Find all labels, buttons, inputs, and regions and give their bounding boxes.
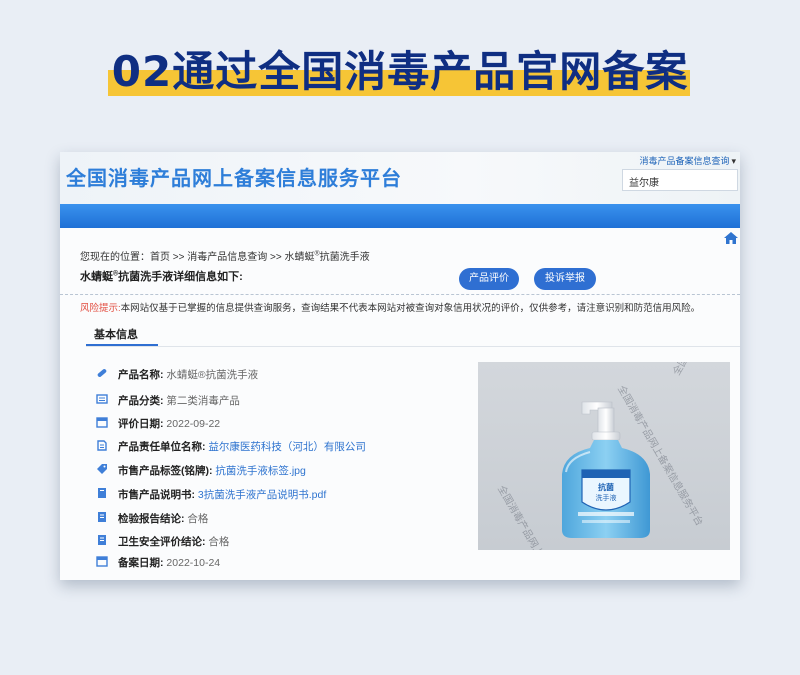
website-screenshot: 全国消毒产品网上备案信息服务平台 消毒产品备案信息查询 ▾ 益尔康 您现在的位置：… (60, 152, 740, 580)
site-header: 全国消毒产品网上备案信息服务平台 消毒产品备案信息查询 ▾ 益尔康 (60, 152, 740, 204)
risk-label: 风险提示: (80, 303, 121, 314)
detail-name-b: 抗菌洗手液详细信息如下: (118, 271, 243, 283)
banner: 02通过全国消毒产品官网备案 (0, 0, 800, 130)
breadcrumb-product-b: 抗菌洗手液 (319, 252, 370, 263)
tag-icon (97, 464, 107, 474)
info-key: 市售产品标签(铭牌): (118, 465, 213, 477)
bottle-label-line1: 抗菌 (598, 482, 614, 492)
info-value: 合格 (187, 513, 209, 525)
label-file-link[interactable]: 抗菌洗手液标签.jpg (215, 465, 305, 477)
manual-file-link[interactable]: 3抗菌洗手液产品说明书.pdf (198, 489, 326, 501)
info-value: 第二类消毒产品 (166, 395, 240, 407)
banner-title: 02通过全国消毒产品官网备案 (111, 47, 689, 96)
calendar-icon (96, 556, 108, 567)
risk-text: 本网站仅基于已掌握的信息提供查询服务，查询结果不代表本网站对被查询对象信用状况的… (120, 303, 701, 314)
product-review-button[interactable]: 产品评价 (459, 268, 519, 290)
info-key: 产品分类: (118, 395, 164, 407)
breadcrumb-prefix: 您现在的位置： (80, 252, 150, 263)
search-input[interactable]: 益尔康 (622, 169, 738, 191)
info-value: 2022-09-22 (166, 418, 221, 430)
nav-band (60, 204, 740, 228)
breadcrumb-sep: >> (267, 252, 285, 263)
breadcrumb-level1[interactable]: 消毒产品信息查询 (187, 252, 267, 263)
detail-name-a: 水蜻蜓 (80, 271, 113, 283)
query-dropdown[interactable]: 消毒产品备案信息查询 ▾ (639, 154, 736, 167)
tab-divider (86, 346, 740, 347)
info-key: 产品责任单位名称: (118, 441, 206, 453)
info-key: 产品名称: (118, 369, 164, 381)
info-key: 检验报告结论: (118, 513, 185, 525)
info-key: 评价日期: (118, 418, 164, 430)
breadcrumb-home[interactable]: 首页 (150, 252, 170, 263)
caret-down-icon: ▾ (731, 156, 736, 166)
soap-bottle-illustration: 抗菌 洗手液 (562, 401, 650, 538)
divider (60, 294, 740, 295)
info-key: 卫生安全评价结论: (118, 536, 206, 548)
info-key: 备案日期: (118, 557, 164, 569)
breadcrumb: 您现在的位置：首页 >> 消毒产品信息查询 >> 水蜻蜓®抗菌洗手液 (80, 248, 370, 263)
building-icon (97, 440, 107, 451)
report-icon (98, 512, 106, 522)
info-value: 合格 (208, 536, 230, 548)
report-icon (98, 535, 106, 545)
detail-heading: 水蜻蜓®抗菌洗手液详细信息如下: (80, 268, 243, 284)
tab-basic-info[interactable]: 基本信息 (94, 326, 138, 342)
calendar-icon (96, 417, 108, 428)
product-image[interactable]: 全国消毒产品网上备案信息服务平台 全国消毒产品网上备案信息服务平台 全国消毒产品… (478, 362, 730, 550)
risk-notice: 风险提示:本网站仅基于已掌握的信息提供查询服务，查询结果不代表本网站对被查询对象… (80, 300, 700, 314)
bottle-label-line2: 洗手液 (596, 493, 617, 502)
book-icon (98, 488, 106, 498)
info-value: 水蜻蜓®抗菌洗手液 (166, 369, 259, 381)
site-title[interactable]: 全国消毒产品网上备案信息服务平台 (66, 162, 402, 191)
breadcrumb-sep: >> (170, 252, 188, 263)
query-dropdown-label: 消毒产品备案信息查询 (639, 156, 730, 166)
home-icon[interactable] (723, 231, 739, 245)
pill-icon (97, 369, 107, 377)
info-value: 2022-10-24 (166, 557, 221, 569)
complaint-button[interactable]: 投诉举报 (534, 268, 596, 290)
company-link[interactable]: 益尔康医药科技（河北）有限公司 (208, 441, 366, 453)
category-icon (96, 394, 108, 404)
info-key: 市售产品说明书: (118, 489, 195, 501)
breadcrumb-product-a: 水蜻蜓 (284, 252, 315, 263)
